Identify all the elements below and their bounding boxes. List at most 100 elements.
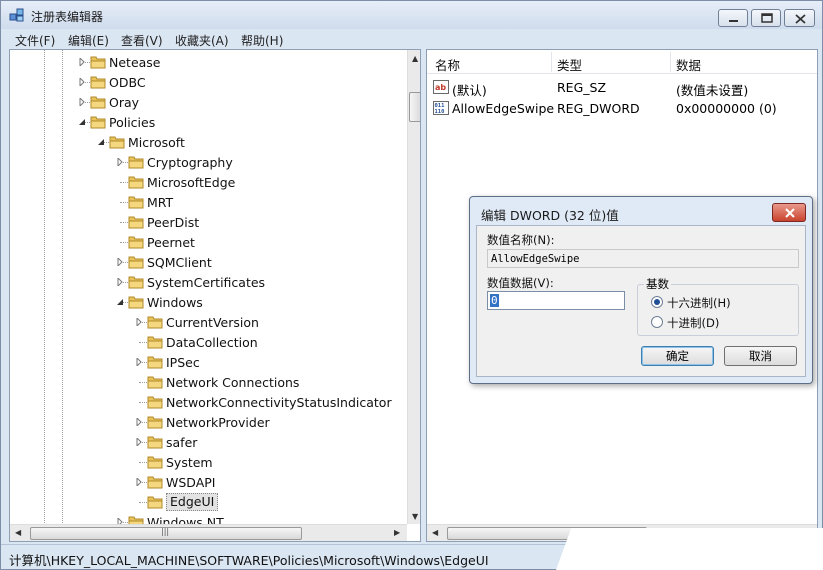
minimize-button[interactable] xyxy=(718,9,748,27)
value-name-field: AllowEdgeSwipe xyxy=(487,249,799,268)
tree-item-label: WSDAPI xyxy=(166,475,216,490)
tree-guide-line xyxy=(139,402,147,403)
tree-item-label: IPSec xyxy=(166,355,200,370)
tree-item-wsdapi[interactable]: WSDAPI xyxy=(10,472,408,492)
menu-view[interactable]: 查看(V) xyxy=(121,32,163,49)
expand-arrow-icon[interactable] xyxy=(135,318,143,326)
tree-item-peerdist[interactable]: PeerDist xyxy=(10,212,408,232)
column-type-header[interactable]: 类型 xyxy=(557,55,582,74)
tree-guide-line xyxy=(120,242,128,243)
ok-button[interactable]: 确定 xyxy=(641,346,714,366)
expand-arrow-icon[interactable] xyxy=(78,58,86,66)
scroll-up-arrow-icon[interactable]: ▲ xyxy=(412,54,418,63)
menu-file[interactable]: 文件(F) xyxy=(15,32,55,49)
scroll-right-arrow-icon[interactable]: ▶ xyxy=(394,528,400,537)
expand-arrow-icon[interactable] xyxy=(135,418,143,426)
dialog-title: 编辑 DWORD (32 位)值 xyxy=(481,208,619,223)
status-key-path: 计算机\HKEY_LOCAL_MACHINE\SOFTWARE\Policies… xyxy=(9,553,489,568)
column-divider[interactable] xyxy=(670,52,671,72)
expand-arrow-icon[interactable] xyxy=(135,478,143,486)
expand-arrow-icon[interactable] xyxy=(78,98,86,106)
tree-item-currentversion[interactable]: CurrentVersion xyxy=(10,312,408,332)
tree-item-microsoftedge[interactable]: MicrosoftEdge xyxy=(10,172,408,192)
tree-item-label: SQMClient xyxy=(147,255,212,270)
tree-item-oray[interactable]: Oray xyxy=(10,92,408,112)
tree-item-safer[interactable]: safer xyxy=(10,432,408,452)
expand-arrow-icon[interactable] xyxy=(135,438,143,446)
radix-hex-label[interactable]: 十六进制(H) xyxy=(667,295,731,311)
expand-arrow-icon[interactable] xyxy=(116,278,124,286)
tree-horizontal-scroll-thumb[interactable]: ||| xyxy=(30,527,302,540)
tree-item-microsoft[interactable]: Microsoft xyxy=(10,132,408,152)
menu-edit[interactable]: 编辑(E) xyxy=(68,32,109,49)
value-data-text: 0 xyxy=(490,294,499,307)
svg-text:110: 110 xyxy=(435,109,445,115)
tree-item-label: Oray xyxy=(109,95,140,110)
tree-item-cryptography[interactable]: Cryptography xyxy=(10,152,408,172)
dword-value-icon: 011 110 xyxy=(433,101,449,115)
menu-favorites[interactable]: 收藏夹(A) xyxy=(175,32,229,49)
value-type: REG_SZ xyxy=(557,80,607,95)
collapse-arrow-icon[interactable] xyxy=(97,138,105,146)
value-data-input[interactable]: 0 xyxy=(487,291,625,310)
tree-item-ipsec[interactable]: IPSec xyxy=(10,352,408,372)
expand-arrow-icon[interactable] xyxy=(116,158,124,166)
radix-dec-radio[interactable] xyxy=(651,316,663,328)
value-name: AllowEdgeSwipe xyxy=(452,101,555,116)
menu-help[interactable]: 帮助(H) xyxy=(241,32,283,49)
tree-item-policies[interactable]: Policies xyxy=(10,112,408,132)
column-name-header[interactable]: 名称 xyxy=(435,55,460,74)
value-type: REG_DWORD xyxy=(557,101,640,116)
close-icon xyxy=(795,14,806,24)
scroll-left-arrow-icon[interactable]: ◀ xyxy=(432,528,438,537)
tree-item-systemcertificates[interactable]: SystemCertificates xyxy=(10,272,408,292)
grip-icon: ||| xyxy=(161,527,170,536)
column-divider[interactable] xyxy=(551,52,552,72)
tree-item-datacollection[interactable]: DataCollection xyxy=(10,332,408,352)
tree-item-label: Windows xyxy=(147,295,203,310)
tree-item-sqmclient[interactable]: SQMClient xyxy=(10,252,408,272)
values-list-header: 名称 类型 数据 xyxy=(427,50,817,74)
dialog-close-button[interactable] xyxy=(772,203,806,222)
value-row[interactable]: 011 110 AllowEdgeSwipe REG_DWORD 0x00000… xyxy=(427,98,817,118)
tree-guide-line xyxy=(139,462,147,463)
key-tree-pane[interactable]: Netease ODBC Oray Policies Microsoft Cryptogr… xyxy=(9,49,421,542)
tree-item-system[interactable]: System xyxy=(10,452,408,472)
tree-item-netease[interactable]: Netease xyxy=(10,52,408,72)
scroll-down-arrow-icon[interactable]: ▼ xyxy=(412,512,418,521)
close-button[interactable] xyxy=(784,9,815,27)
expand-arrow-icon[interactable] xyxy=(135,358,143,366)
tree-item-peernet[interactable]: Peernet xyxy=(10,232,408,252)
expand-arrow-icon[interactable] xyxy=(78,78,86,86)
edit-dword-dialog: 编辑 DWORD (32 位)值 数值名称(N): AllowEdgeSwipe… xyxy=(469,196,813,384)
tree-item-network-connections[interactable]: Network Connections xyxy=(10,372,408,392)
column-data-header[interactable]: 数据 xyxy=(676,55,701,74)
folder-icon xyxy=(147,376,163,389)
scroll-left-arrow-icon[interactable]: ◀ xyxy=(15,528,21,537)
tree-item-windows[interactable]: Windows xyxy=(10,292,408,312)
tree-item-networkprovider[interactable]: NetworkProvider xyxy=(10,412,408,432)
tree-vertical-scroll-thumb[interactable] xyxy=(409,92,420,122)
tree-item-edgeui[interactable]: EdgeUI xyxy=(10,492,408,512)
tree-item-mrt[interactable]: MRT xyxy=(10,192,408,212)
tree-item-label: PeerDist xyxy=(147,215,200,230)
tree-item-networkconnectivitystatusindicator[interactable]: NetworkConnectivityStatusIndicator xyxy=(10,392,408,412)
tree-vertical-scrollbar[interactable]: ▲ ▼ xyxy=(407,50,420,524)
radix-dec-label[interactable]: 十进制(D) xyxy=(667,315,719,331)
collapse-arrow-icon[interactable] xyxy=(78,118,86,126)
tree-guide-line xyxy=(120,222,128,223)
collapse-arrow-icon[interactable] xyxy=(116,298,124,306)
radix-hex-radio[interactable] xyxy=(651,296,663,308)
cancel-button[interactable]: 取消 xyxy=(724,346,797,366)
folder-icon xyxy=(147,436,163,449)
title-bar[interactable]: 注册表编辑器 xyxy=(1,1,822,29)
tree-horizontal-scrollbar[interactable]: ◀ ||| ▶ xyxy=(10,524,407,541)
tree-item-label: ODBC xyxy=(109,75,146,90)
expand-arrow-icon[interactable] xyxy=(116,258,124,266)
maximize-button[interactable] xyxy=(751,9,781,27)
registry-app-icon xyxy=(9,8,24,22)
value-row[interactable]: ab (默认) REG_SZ (数值未设置) xyxy=(427,77,817,98)
tree-item-label: Network Connections xyxy=(166,375,300,390)
tree-item-label: Cryptography xyxy=(147,155,233,170)
tree-item-odbc[interactable]: ODBC xyxy=(10,72,408,92)
